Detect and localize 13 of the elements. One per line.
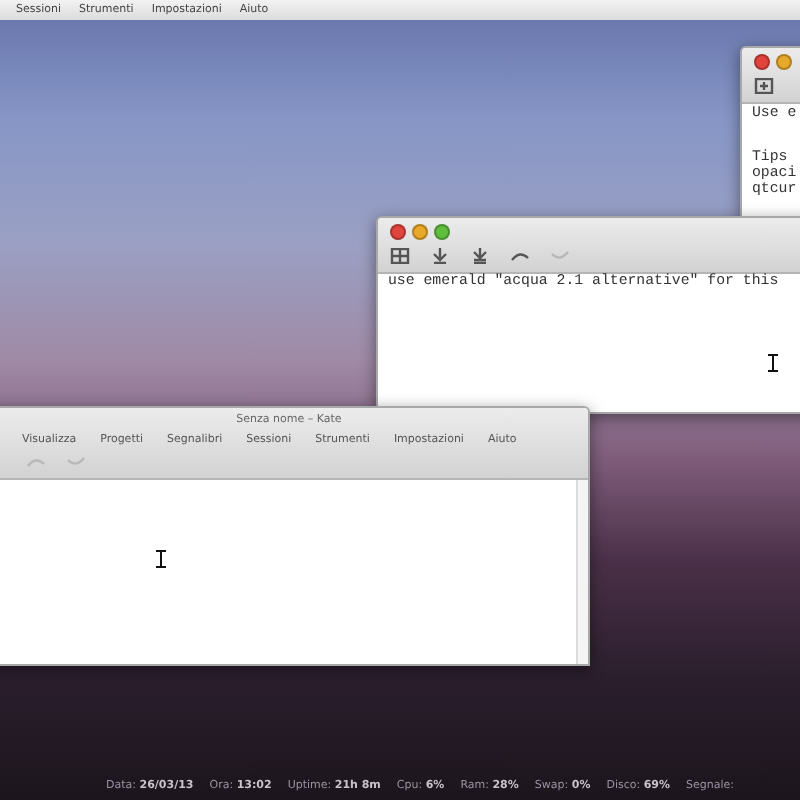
close-button[interactable] [754, 54, 770, 70]
maximize-button[interactable] [434, 224, 450, 240]
scrollbar[interactable] [576, 480, 588, 664]
text-cursor-icon [768, 354, 778, 372]
minimize-button[interactable] [776, 54, 792, 70]
undo-icon[interactable] [510, 248, 530, 264]
close-button[interactable] [390, 224, 406, 240]
text-cursor-icon [156, 550, 166, 568]
new-tab-icon[interactable] [754, 78, 774, 94]
download-icon[interactable] [430, 248, 450, 264]
download-icon[interactable] [470, 248, 490, 264]
grid-icon[interactable] [390, 248, 410, 264]
minimize-button[interactable] [412, 224, 428, 240]
